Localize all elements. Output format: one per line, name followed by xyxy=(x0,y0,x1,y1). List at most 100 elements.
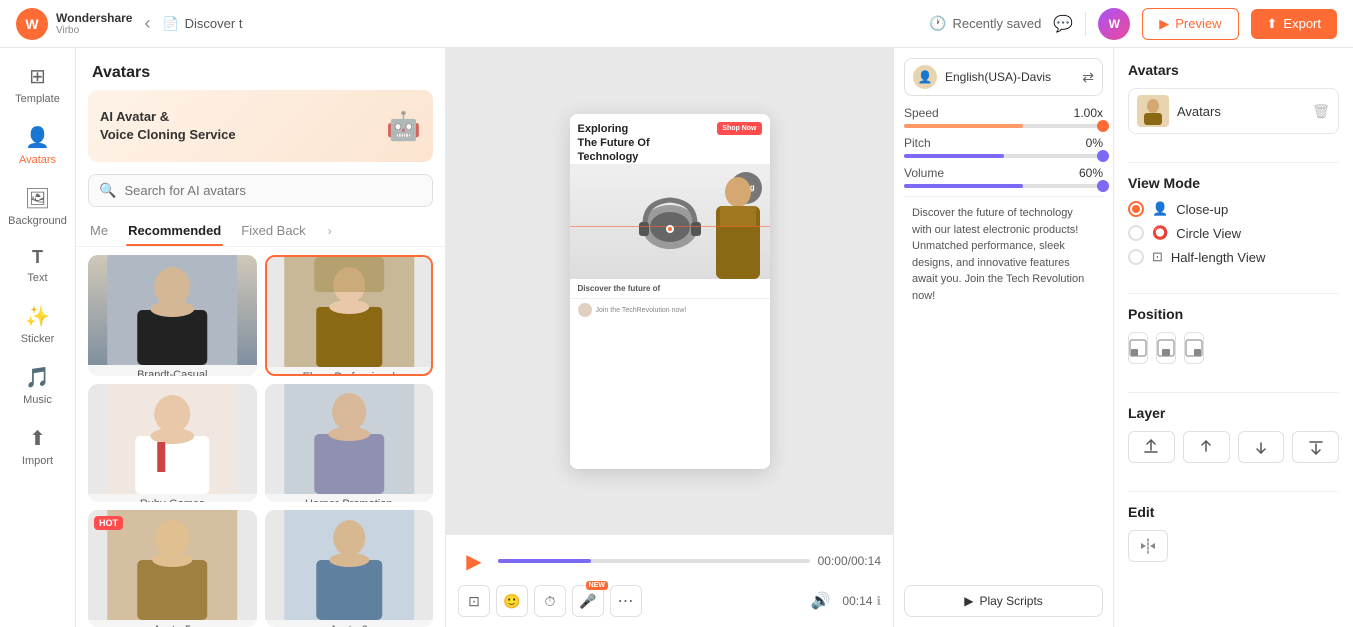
timer-icon: ⏱ xyxy=(545,593,556,610)
sidebar-item-music[interactable]: 🎵 Music xyxy=(6,357,70,414)
avatar-grid: Brandt-Casual Elena-Professional xyxy=(76,255,445,627)
edit-btn-flip[interactable] xyxy=(1128,530,1168,562)
preview-button[interactable]: ▶ Preview xyxy=(1142,8,1238,40)
emoji-tool-button[interactable]: 🙂 xyxy=(496,585,528,617)
avatar-tabs: Me Recommended Fixed Back › xyxy=(76,215,445,247)
voice-swap-icon[interactable]: ⇄ xyxy=(1082,69,1094,86)
info-icon: ℹ xyxy=(876,594,881,608)
timer-tool-button[interactable]: ⏱ xyxy=(534,585,566,617)
layer-btn-bottom[interactable] xyxy=(1292,431,1339,463)
play-button[interactable]: ▶ xyxy=(458,545,490,577)
edit-section: Edit xyxy=(1128,504,1339,562)
shop-now-btn[interactable]: Shop Now xyxy=(717,122,761,135)
separator-1 xyxy=(1128,162,1339,163)
import-icon: ⬆ xyxy=(29,426,46,451)
volume-icon[interactable]: 🔊 xyxy=(810,591,830,611)
time-display: 00:00/00:14 xyxy=(818,554,881,568)
more-tool-button[interactable]: ⋯ xyxy=(610,585,642,617)
avatar-property-row[interactable]: Avatars 🗑 xyxy=(1128,88,1339,134)
tab-me[interactable]: Me xyxy=(88,215,110,246)
circle-view-label: Circle View xyxy=(1176,226,1241,241)
message-icon[interactable]: 💬 xyxy=(1053,14,1073,34)
sidebar-item-text[interactable]: T Text xyxy=(6,239,70,292)
avatar-card-6[interactable]: Avatar6 xyxy=(265,510,434,627)
radio-circle-view[interactable]: ⭕ Circle View xyxy=(1128,225,1339,241)
radio-half-length[interactable]: ⊡ Half-length View xyxy=(1128,249,1339,265)
speed-value: 1.00x xyxy=(1074,106,1103,120)
header-right: 🕐 Recently saved 💬 W ▶ Preview ⬆ Export xyxy=(929,8,1337,40)
pos-btn-center[interactable] xyxy=(1156,332,1176,364)
layer-title: Layer xyxy=(1128,405,1339,421)
clock-icon: 🕐 xyxy=(929,15,946,32)
radio-close-up[interactable]: 👤 Close-up xyxy=(1128,201,1339,217)
delete-icon[interactable]: 🗑 xyxy=(1312,103,1330,120)
radio-close-up-circle xyxy=(1128,201,1144,217)
separator-4 xyxy=(1128,491,1339,492)
main-layout: ⊞ Template 👤 Avatars 🖼 Background T Text… xyxy=(0,48,1353,627)
background-icon: 🖼 xyxy=(25,186,50,211)
project-icon: 📄 xyxy=(162,16,178,32)
speed-slider[interactable] xyxy=(904,124,1103,128)
view-mode-radio-group: 👤 Close-up ⭕ Circle View ⊡ Half-length V… xyxy=(1128,201,1339,265)
play-scripts-label: Play Scripts xyxy=(979,594,1042,608)
preview-icon: ▶ xyxy=(1159,16,1169,32)
sidebar-label-background: Background xyxy=(8,215,67,227)
export-button[interactable]: ⬆ Export xyxy=(1251,9,1337,39)
volume-fill xyxy=(904,184,1023,188)
banner-decoration: 🤖 xyxy=(386,110,421,143)
recently-saved-text: Recently saved xyxy=(952,16,1041,31)
avatar-card-harper[interactable]: Harper-Promotion xyxy=(265,384,434,501)
pos-btn-right[interactable] xyxy=(1184,332,1204,364)
speed-row: Speed 1.00x xyxy=(904,106,1103,120)
sidebar-item-template[interactable]: ⊞ Template xyxy=(6,56,70,113)
volume-value: 60% xyxy=(1079,166,1103,180)
sidebar-item-avatars[interactable]: 👤 Avatars xyxy=(6,117,70,174)
layer-btn-top[interactable] xyxy=(1128,431,1175,463)
sidebar-item-sticker[interactable]: ✨ Sticker xyxy=(6,296,70,353)
sidebar-item-import[interactable]: ⬆ Import xyxy=(6,418,70,475)
sidebar-label-text: Text xyxy=(27,272,47,284)
voice-name: English(USA)-Davis xyxy=(945,70,1074,84)
mic-tool-button[interactable]: 🎤 NEW xyxy=(572,585,604,617)
search-input[interactable] xyxy=(124,183,422,198)
time-badge: 00:14 ℹ xyxy=(842,594,881,608)
avatar-img-elena xyxy=(267,257,432,367)
layer-btn-up[interactable] xyxy=(1183,431,1230,463)
progress-fill xyxy=(498,559,591,563)
avatar-card-brandt[interactable]: Brandt-Casual xyxy=(88,255,257,376)
avatar-banner[interactable]: AI Avatar & Voice Cloning Service 🤖 xyxy=(88,90,433,162)
volume-label: Volume xyxy=(904,166,944,180)
avatar-card-5[interactable]: HOT Avatar5 xyxy=(88,510,257,627)
circle-view-icon: ⭕ xyxy=(1152,225,1168,241)
sidebar-item-background[interactable]: 🖼 Background xyxy=(6,178,70,235)
search-box[interactable]: 🔍 xyxy=(88,174,433,207)
pitch-slider[interactable] xyxy=(904,154,1103,158)
scene-tool-button[interactable]: ⊡ xyxy=(458,585,490,617)
new-badge: NEW xyxy=(586,581,608,590)
emoji-icon: 🙂 xyxy=(503,593,520,610)
volume-slider[interactable] xyxy=(904,184,1103,188)
voice-avatar-icon: 👤 xyxy=(913,65,937,89)
progress-bar[interactable] xyxy=(498,559,810,563)
sticker-icon: ✨ xyxy=(25,304,50,329)
user-avatar[interactable]: W xyxy=(1098,8,1130,40)
close-up-label: Close-up xyxy=(1176,202,1228,217)
tab-recommended[interactable]: Recommended xyxy=(126,215,223,246)
tabs-chevron[interactable]: › xyxy=(328,224,332,238)
pos-btn-left[interactable] xyxy=(1128,332,1148,364)
tab-fixed-back[interactable]: Fixed Back xyxy=(239,215,307,246)
logo-icon: W xyxy=(16,8,48,40)
pitch-slider-group: Pitch 0% xyxy=(904,136,1103,158)
pitch-fill xyxy=(904,154,1004,158)
layer-btn-down[interactable] xyxy=(1238,431,1285,463)
canvas-area: ExploringThe Future OfTechnology Shop No… xyxy=(446,48,893,627)
pitch-label: Pitch xyxy=(904,136,931,150)
avatar-card-elena[interactable]: Elena-Professional xyxy=(265,255,434,376)
back-button[interactable]: ‹ xyxy=(144,13,150,34)
play-scripts-button[interactable]: ▶ Play Scripts xyxy=(904,585,1103,617)
avatar-card-ruby[interactable]: Ruby-Games xyxy=(88,384,257,501)
search-icon: 🔍 xyxy=(99,182,116,199)
mic-icon: 🎤 xyxy=(579,593,596,610)
voice-selector[interactable]: 👤 English(USA)-Davis ⇄ xyxy=(904,58,1103,96)
logo-area: W Wondershare Virbo xyxy=(16,8,132,40)
